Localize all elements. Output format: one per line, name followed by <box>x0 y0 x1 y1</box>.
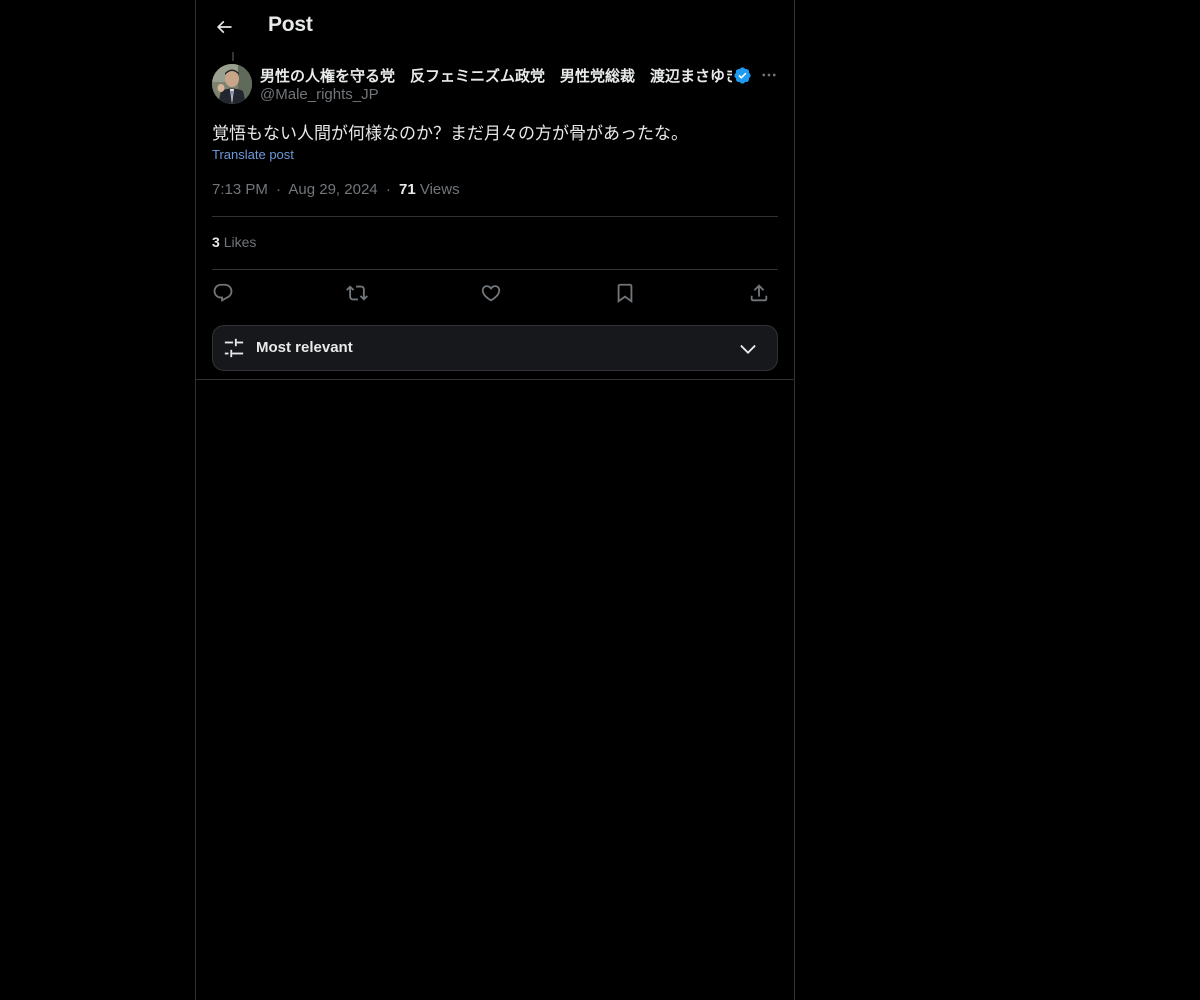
chevron-down-icon <box>740 344 756 354</box>
translate-post-link[interactable]: Translate post <box>212 147 294 162</box>
post-meta: 7:13 PM · Aug 29, 2024 · 71 Views <box>212 181 460 198</box>
author-name-row[interactable]: 男性の人権を守る党 反フェミニズム政党 男性党総裁 渡辺まさゆき <box>260 64 734 86</box>
like-icon <box>481 285 501 302</box>
arrow-left-icon <box>216 20 232 34</box>
meta-separator: · <box>276 181 282 198</box>
author-handle[interactable]: @Male_rights_JP <box>260 86 379 103</box>
avatar[interactable] <box>212 64 252 104</box>
like-button[interactable] <box>478 280 504 306</box>
repost-icon <box>346 285 368 301</box>
meta-separator: · <box>385 181 391 198</box>
reply-sort-dropdown[interactable]: Most relevant <box>212 325 778 371</box>
views-label: Views <box>419 181 460 198</box>
sort-label: Most relevant <box>256 339 353 356</box>
author-display-name[interactable]: 男性の人権を守る党 反フェミニズム政党 男性党総裁 渡辺まさゆき <box>260 65 732 86</box>
bookmark-icon <box>617 283 633 304</box>
action-bar <box>212 280 778 306</box>
section-divider <box>196 379 794 380</box>
repost-button[interactable] <box>344 280 370 306</box>
share-button[interactable] <box>746 280 772 306</box>
sliders-icon <box>224 338 244 358</box>
likes-summary[interactable]: 3 Likes <box>212 234 256 250</box>
post-header: Post <box>196 0 794 53</box>
post-column: Post 男性の人権を守る党 反フェミニズム政党 男性党総裁 渡辺まさゆき @M… <box>195 0 795 1000</box>
more-options-button[interactable] <box>758 64 780 86</box>
likes-count: 3 <box>212 234 220 250</box>
post-time[interactable]: 7:13 PM <box>212 181 268 198</box>
post-date[interactable]: Aug 29, 2024 <box>288 181 377 198</box>
reply-icon <box>213 283 233 302</box>
divider <box>212 269 778 270</box>
reply-button[interactable] <box>210 280 236 306</box>
thread-connector-line <box>232 52 234 61</box>
share-icon <box>750 284 768 302</box>
more-horizontal-icon <box>762 73 776 77</box>
post-text: 覚悟もない人間が何様なのか？まだ月々の方が骨があったな。 <box>212 124 688 143</box>
likes-label: Likes <box>223 234 257 250</box>
divider <box>212 216 778 217</box>
avatar-image <box>212 64 252 104</box>
bookmark-button[interactable] <box>612 280 638 306</box>
views-count: 71 <box>398 181 416 198</box>
verified-badge-icon <box>734 67 751 84</box>
page-title: Post <box>268 13 313 36</box>
back-button[interactable] <box>208 10 240 44</box>
